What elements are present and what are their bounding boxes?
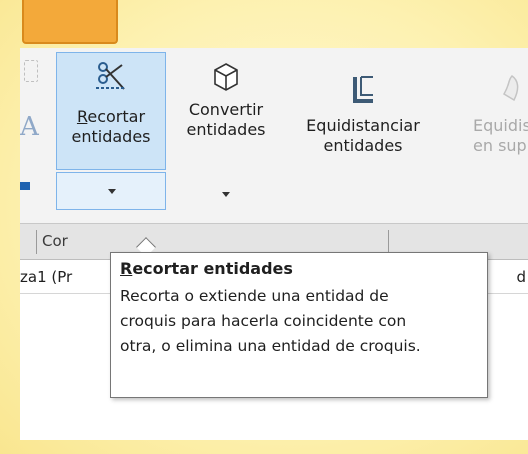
- offset-on-surface-icon: [502, 75, 519, 102]
- offset-surface-label-line1: Equidist: [473, 116, 528, 135]
- tooltip-title-rest: ecortar entidades: [132, 259, 293, 278]
- tab-divider: [36, 230, 37, 254]
- convert-label-line2: entidades: [186, 120, 266, 139]
- offset-entities-button[interactable]: Equidistanciar entidades: [288, 74, 438, 184]
- tooltip-description-line-3: otra, o elimina una entidad de croquis.: [120, 337, 421, 355]
- tooltip-title-mnemonic: R: [120, 259, 133, 278]
- orange-callout-arrow: [22, 0, 118, 44]
- tooltip-title: Recortar entidades: [120, 259, 479, 278]
- offset-entities-icon: [353, 76, 373, 103]
- tab-divider: [388, 230, 389, 254]
- trim-label-line1: ecortar: [87, 107, 146, 126]
- trim-entities-tooltip: Recortar entidades Recorta o extiende un…: [110, 252, 488, 398]
- tooltip-description-line-1: Recorta o extiende una entidad de: [120, 287, 389, 305]
- convert-label-line1: Convertir: [188, 100, 264, 119]
- offset-label-line2: entidades: [323, 136, 403, 155]
- document-name[interactable]: za1 (Pr: [20, 268, 72, 286]
- partial-blue-tool-icon[interactable]: [20, 182, 30, 190]
- solidworks-window: A Recortar entidades Convertir entidades…: [20, 48, 528, 440]
- trim-entities-icon: [96, 62, 126, 90]
- offset-surface-label-line2: en sup: [473, 136, 527, 155]
- command-manager-ribbon: A Recortar entidades Convertir entidades…: [20, 48, 528, 224]
- chevron-down-icon[interactable]: [222, 192, 230, 197]
- sketch-text-icon[interactable]: A: [20, 114, 39, 140]
- partial-tool-icon[interactable]: [24, 60, 38, 82]
- trim-entities-dropdown[interactable]: [56, 172, 166, 210]
- convert-entities-cube-icon: [214, 63, 238, 91]
- offset-on-surface-button[interactable]: Equidist en sup: [440, 74, 528, 184]
- convert-entities-button[interactable]: Convertir entidades: [172, 52, 280, 197]
- trim-label-line2: entidades: [71, 127, 151, 146]
- chevron-down-icon: [108, 189, 116, 194]
- ribbon-left-partial-tools: A: [20, 48, 56, 224]
- trim-entities-button[interactable]: Recortar entidades: [56, 52, 166, 170]
- tooltip-description-line-2: croquis para hacerla coincidente con: [120, 312, 407, 330]
- tab-croquis[interactable]: Cor: [42, 232, 68, 250]
- document-row-right-text: d: [516, 268, 526, 286]
- offset-label-line1: Equidistanciar: [306, 116, 420, 135]
- trim-mnemonic: R: [76, 107, 88, 126]
